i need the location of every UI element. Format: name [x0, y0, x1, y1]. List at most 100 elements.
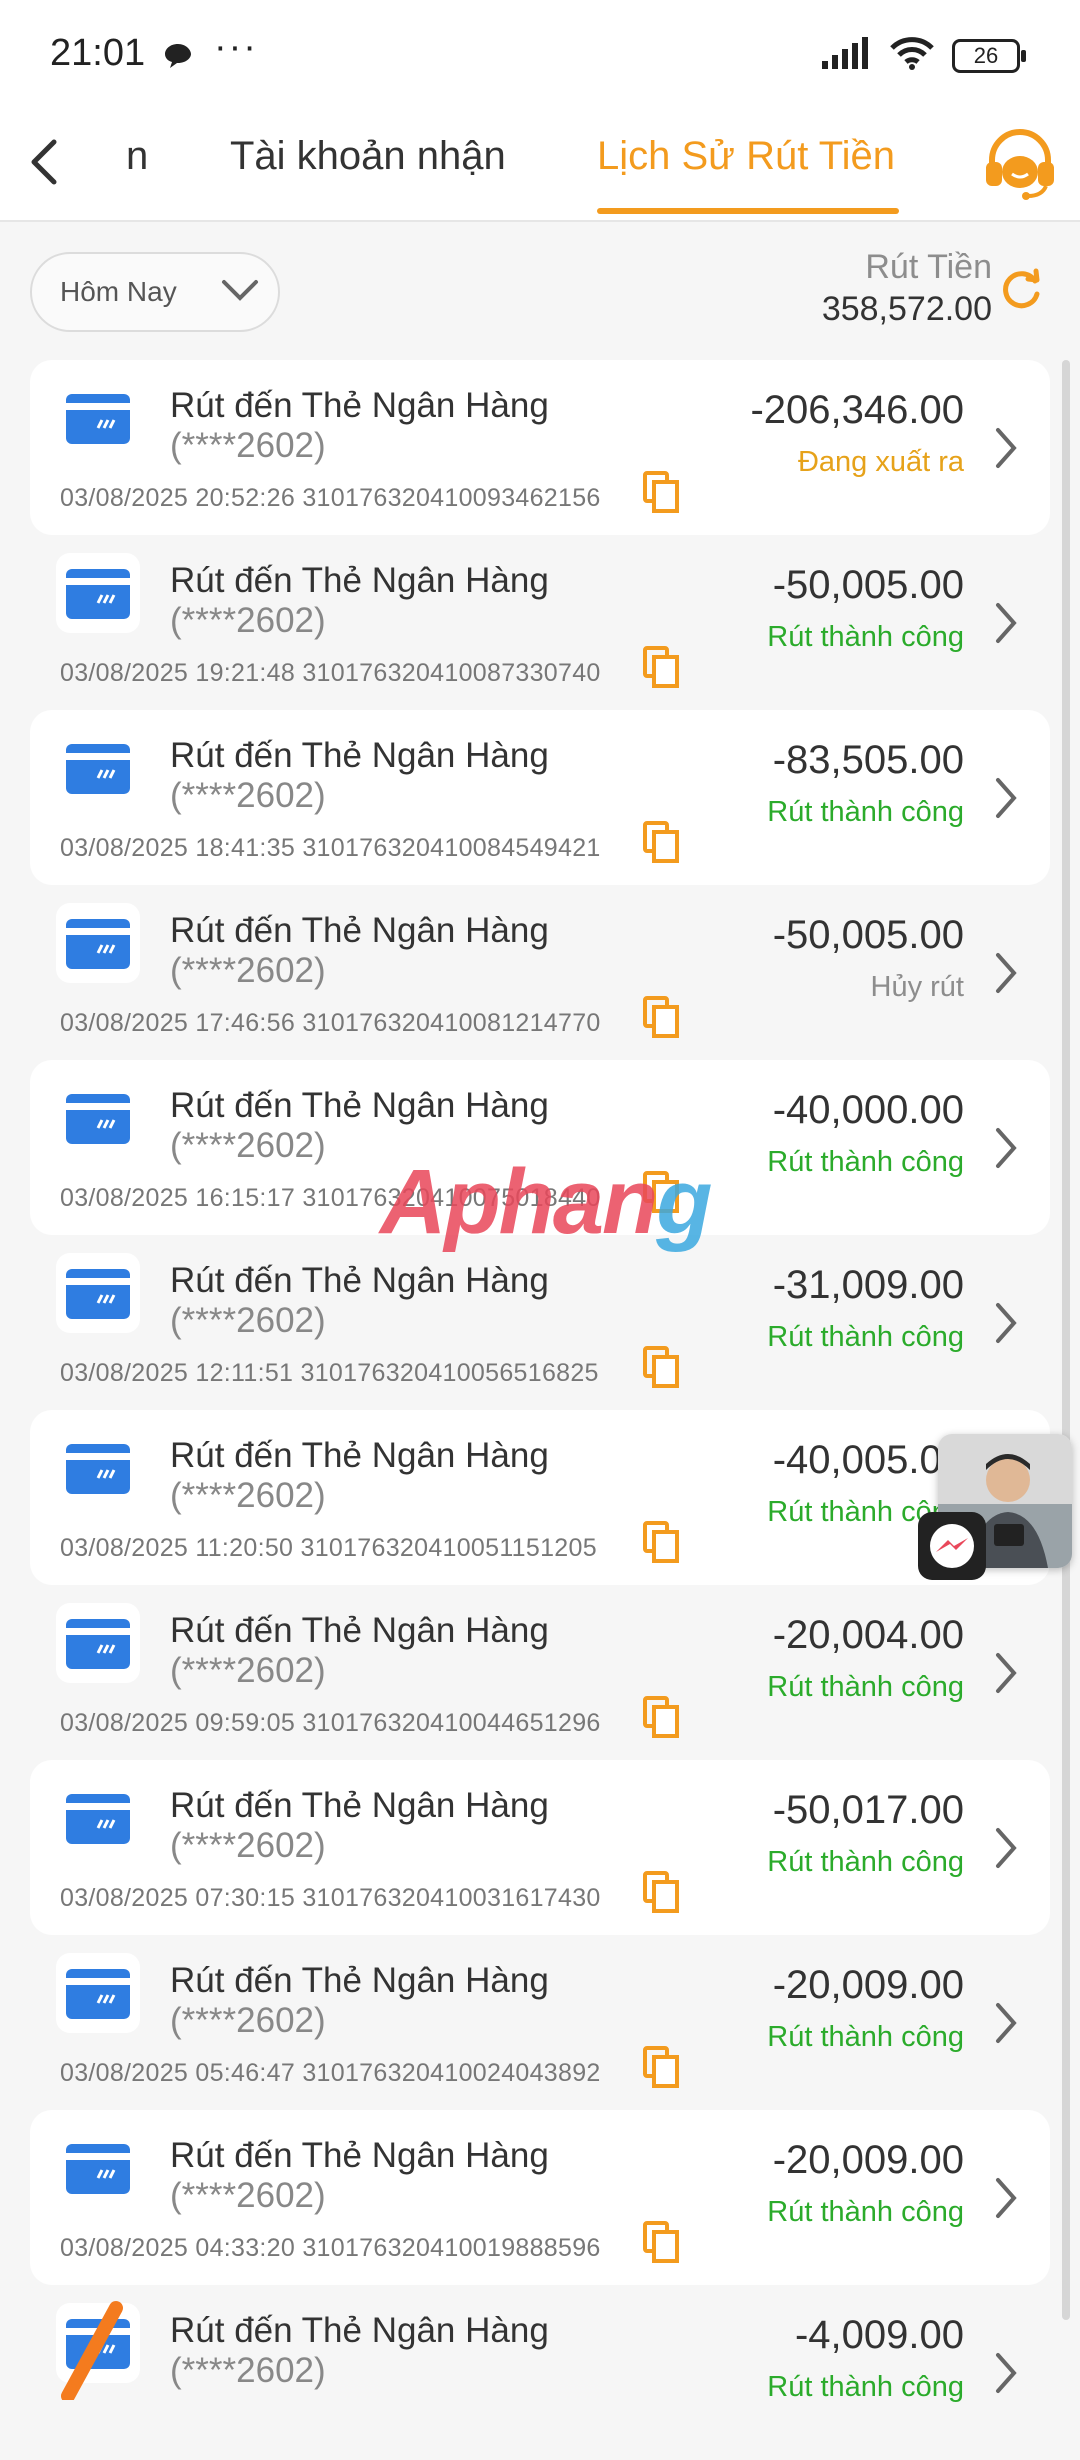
transaction-account: (****2602) [170, 951, 326, 990]
active-tab-indicator [597, 208, 899, 214]
date-filter-label: Hôm Nay [60, 276, 177, 307]
chevron-right-icon[interactable] [992, 599, 1020, 652]
transaction-amount: -40,000.00 [772, 1088, 964, 1132]
header-tabs: n Tài khoản nhận Lịch Sử Rút Tiền [0, 108, 1080, 222]
transaction-code: 310176320410031617430 [302, 1884, 601, 1912]
copy-icon[interactable] [642, 2045, 680, 2089]
transaction-meta: 03/08/2025 20:52:26 31017632041009346215… [60, 484, 601, 513]
copy-icon[interactable] [642, 995, 680, 1039]
transaction-status: Rút thành công [767, 1146, 964, 1178]
transaction-status: Rút thành công [767, 1671, 964, 1703]
transaction-row[interactable]: Rút đến Thẻ Ngân Hàng (****2602) 03/08/2… [30, 360, 1050, 535]
copy-icon[interactable] [642, 1695, 680, 1739]
transaction-status: Đang xuất ra [797, 446, 964, 478]
transaction-account: (****2602) [170, 601, 326, 640]
chevron-right-icon[interactable] [992, 774, 1020, 827]
refresh-icon[interactable] [998, 266, 1044, 317]
transaction-meta: 03/08/2025 11:20:50 31017632041005115120… [60, 1534, 597, 1563]
transaction-datetime: 03/08/2025 05:46:47 [60, 2059, 296, 2087]
transaction-status: Rút thành công [767, 1321, 964, 1353]
transaction-amount: -50,017.00 [772, 1788, 964, 1832]
copy-icon[interactable] [642, 1870, 680, 1914]
chevron-right-icon[interactable] [992, 1999, 1020, 2052]
transaction-amount: -83,505.00 [772, 738, 964, 782]
watermark-logo: Aphang [380, 1151, 712, 1253]
bank-card-icon [66, 1444, 130, 1494]
clock: 21:01 [50, 32, 146, 74]
scrollbar[interactable] [1062, 360, 1070, 2320]
copy-icon[interactable] [642, 1520, 680, 1564]
transaction-code: 310176320410081214770 [302, 1009, 601, 1037]
transaction-title: Rút đến Thẻ Ngân Hàng [170, 2311, 549, 2350]
transaction-datetime: 03/08/2025 16:15:17 [60, 1184, 296, 1212]
copy-icon[interactable] [642, 2220, 680, 2264]
transaction-title: Rút đến Thẻ Ngân Hàng [170, 561, 549, 600]
transaction-row[interactable]: Rút đến Thẻ Ngân Hàng (****2602) 03/08/2… [30, 535, 1050, 710]
copy-icon[interactable] [642, 470, 680, 514]
copy-icon[interactable] [642, 645, 680, 689]
date-filter-dropdown[interactable]: Hôm Nay [30, 252, 280, 332]
status-bar: 21:01 ··· 26 [0, 0, 1080, 108]
transaction-row[interactable]: Rút đến Thẻ Ngân Hàng (****2602) 03/08/2… [30, 1760, 1050, 1935]
transaction-row[interactable]: Rút đến Thẻ Ngân Hàng (****2602) 03/08/2… [30, 1585, 1050, 1760]
transaction-row[interactable]: Rút đến Thẻ Ngân Hàng (****2602) 03/08/2… [30, 1235, 1050, 1410]
transaction-datetime: 03/08/2025 04:33:20 [60, 2234, 296, 2262]
total-withdraw-title: Rút Tiền [865, 248, 992, 286]
transaction-datetime: 03/08/2025 09:59:05 [60, 1709, 296, 1737]
transaction-account: (****2602) [170, 1476, 326, 1515]
bank-card-icon [66, 394, 130, 444]
bank-card-icon [66, 1619, 130, 1669]
chevron-right-icon[interactable] [992, 1299, 1020, 1352]
transaction-status: Rút thành công [767, 2371, 964, 2403]
transaction-account: (****2602) [170, 1301, 326, 1340]
transaction-row[interactable]: Rút đến Thẻ Ngân Hàng (****2602) 03/08/2… [30, 1935, 1050, 2110]
copy-icon[interactable] [642, 1345, 680, 1389]
bank-card-icon [66, 1094, 130, 1144]
chevron-right-icon[interactable] [992, 424, 1020, 477]
chevron-right-icon[interactable] [992, 1649, 1020, 1702]
transaction-amount: -40,005.00 [772, 1438, 964, 1482]
transaction-row[interactable]: Rút đến Thẻ Ngân Hàng (****2602) 03/08/2… [30, 2110, 1050, 2285]
transaction-status: Rút thành công [767, 2021, 964, 2053]
back-button[interactable] [24, 134, 64, 190]
transaction-code: 310176320410093462156 [302, 484, 601, 512]
chevron-right-icon[interactable] [992, 2349, 1020, 2402]
transaction-code: 310176320410051151205 [300, 1534, 597, 1562]
transaction-title: Rút đến Thẻ Ngân Hàng [170, 1436, 549, 1475]
transaction-amount: -50,005.00 [772, 913, 964, 957]
chevron-right-icon[interactable] [992, 1824, 1020, 1877]
copy-icon[interactable] [642, 820, 680, 864]
transaction-row[interactable]: Rút đến Thẻ Ngân Hàng (****2602) -4,009.… [30, 2285, 1050, 2460]
wifi-icon [890, 36, 934, 75]
transaction-datetime: 03/08/2025 20:52:26 [60, 484, 296, 512]
transaction-title: Rút đến Thẻ Ngân Hàng [170, 2136, 549, 2175]
bank-card-icon [66, 1969, 130, 2019]
tab-withdrawal-history[interactable]: Lịch Sử Rút Tiền [597, 134, 895, 179]
transaction-amount: -20,009.00 [772, 1963, 964, 2007]
transaction-row[interactable]: Rút đến Thẻ Ngân Hàng (****2602) 03/08/2… [30, 1410, 1050, 1585]
chevron-right-icon[interactable] [992, 949, 1020, 1002]
headset-support-icon[interactable] [982, 128, 1058, 200]
transaction-account: (****2602) [170, 2351, 326, 2390]
transaction-account: (****2602) [170, 2001, 326, 2040]
transaction-title: Rút đến Thẻ Ngân Hàng [170, 386, 549, 425]
transaction-amount: -206,346.00 [750, 388, 964, 432]
tab-receiving-account[interactable]: Tài khoản nhận [230, 134, 506, 179]
chevron-right-icon[interactable] [992, 1124, 1020, 1177]
transaction-account: (****2602) [170, 1651, 326, 1690]
transaction-datetime: 03/08/2025 12:11:51 [60, 1359, 294, 1387]
transaction-row[interactable]: Rút đến Thẻ Ngân Hàng (****2602) 03/08/2… [30, 885, 1050, 1060]
transaction-row[interactable]: Rút đến Thẻ Ngân Hàng (****2602) 03/08/2… [30, 710, 1050, 885]
chevron-down-icon [220, 276, 260, 311]
messenger-icon[interactable] [918, 1512, 986, 1580]
transaction-code: 310176320410087330740 [302, 659, 601, 687]
transaction-title: Rút đến Thẻ Ngân Hàng [170, 1261, 549, 1300]
bank-card-icon [66, 569, 130, 619]
transaction-code: 310176320410056516825 [300, 1359, 599, 1387]
status-icons: 26 [822, 36, 1026, 75]
transaction-datetime: 03/08/2025 19:21:48 [60, 659, 296, 687]
transaction-code: 310176320410084549421 [302, 834, 601, 862]
tab-partial[interactable]: n [126, 134, 148, 179]
chevron-right-icon[interactable] [992, 2174, 1020, 2227]
battery-icon: 26 [952, 38, 1026, 73]
